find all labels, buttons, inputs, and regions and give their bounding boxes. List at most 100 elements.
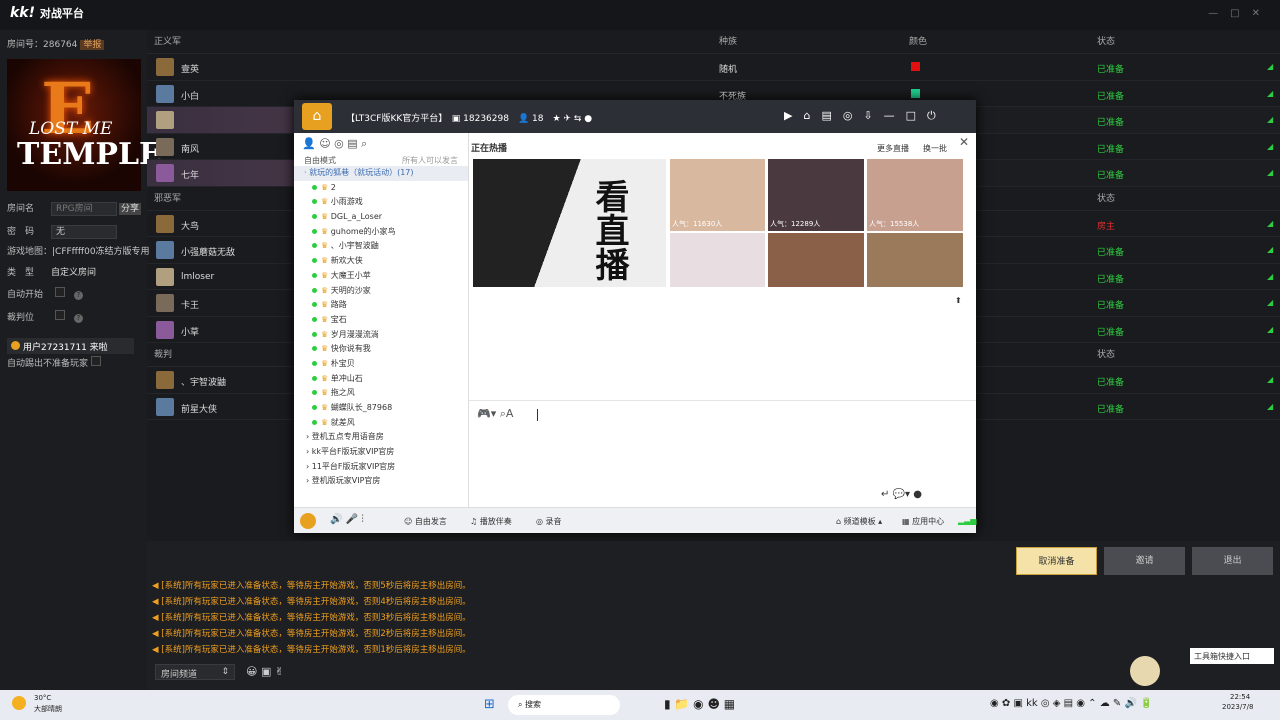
member-item[interactable]: ♛ 宝石 [312, 313, 468, 328]
kk-title-bar: ⌂ 【LT3CF版KK官方平台】 ▣ 18236298 👤 18 ★ ✈ ⇆ ●… [294, 100, 976, 133]
kk-channel-title: 【LT3CF版KK官方平台】 ▣ 18236298 👤 18 ★ ✈ ⇆ ● [346, 114, 593, 124]
chat-tools[interactable]: 🎮▾ ⌕A [477, 407, 513, 421]
speaker-icon[interactable]: 🔊 🎤 ⫶ [330, 514, 364, 525]
cancel-ready-button[interactable]: 取消准备 [1016, 547, 1097, 575]
member-item[interactable]: ♛ 、小宇智波鼬 [312, 239, 468, 254]
player-name: 七年 [181, 171, 200, 181]
referee-checkbox[interactable] [55, 310, 65, 320]
assistant-avatar[interactable] [1130, 656, 1160, 686]
member-item[interactable]: ♛ 岁月漫漫流淌 [312, 328, 468, 343]
member-item[interactable]: ♛ 天明的沙家 [312, 284, 468, 299]
poster-title: TEMPLE [17, 137, 162, 172]
member-item[interactable]: ♛ 蝴蝶队长_87968 [312, 401, 468, 416]
signal-icon: ◢ [1267, 88, 1274, 98]
weather-desc[interactable]: 大部晴朗 [34, 704, 62, 714]
autostart-checkbox[interactable] [55, 287, 65, 297]
player-status: 已准备 [1097, 378, 1125, 388]
collapse-icon[interactable]: ⬆ [955, 296, 962, 305]
live-thumbnail[interactable]: 人气：12289人 [768, 159, 864, 231]
speaker-icon: ◀ [152, 629, 159, 639]
taskbar-apps[interactable]: ▮ 📁 ◉ ☻ ▦ [664, 697, 735, 711]
player-name: 大鸟 [181, 221, 200, 232]
live-thumbnail[interactable] [768, 233, 864, 287]
player-row[interactable]: 壹英 随机 已准备 ◢ [147, 54, 1280, 81]
speak-mode[interactable]: 自由模式 [304, 155, 336, 166]
channel-item[interactable]: › 登机五点专用语音房 [306, 430, 468, 445]
chat-channel-select[interactable]: 房间频道 ⇕ [155, 664, 235, 680]
live-thumbnail[interactable]: 人气：15538人 [867, 159, 963, 231]
kk-voice-window[interactable]: ⌂ 【LT3CF版KK官方平台】 ▣ 18236298 👤 18 ★ ✈ ⇆ ●… [294, 100, 976, 533]
weather-temp[interactable]: 30°C [34, 694, 51, 702]
channel-item[interactable]: › 登机版玩家VIP官房 [306, 474, 468, 489]
live-hero-thumbnail[interactable]: 看直播 [473, 159, 666, 287]
member-item[interactable]: ♛ 新欢大侠 [312, 254, 468, 269]
poster-subtitle: LOST ME [29, 119, 113, 139]
avatar[interactable] [300, 513, 316, 529]
tree-toolbar[interactable]: 👤 ☺ ◎ ▤ ⌕ [294, 133, 468, 155]
member-item[interactable]: ♛ 小雨游戏 [312, 195, 468, 210]
more-live-link[interactable]: 更多直播 [877, 143, 909, 154]
player-color[interactable] [911, 88, 920, 98]
exit-button[interactable]: 退出 [1192, 547, 1273, 575]
avatar [156, 111, 174, 129]
live-thumbnail[interactable] [867, 233, 963, 287]
kk-toolbar-icons[interactable]: ▶⌂▤◎⇩—□⏻ [784, 109, 947, 123]
member-item[interactable]: ♛ 路路 [312, 298, 468, 313]
member-item[interactable]: ♛ DGL_a_Loser [312, 210, 468, 225]
live-thumbnail[interactable]: 人气：11630人 [670, 159, 765, 231]
help-icon[interactable]: ? [73, 291, 83, 300]
member-item[interactable]: ♛ 朴宝贝 [312, 357, 468, 372]
record-button[interactable]: ◎ 录音 [536, 516, 562, 527]
member-item[interactable]: ♛ 2 [312, 181, 468, 196]
channel-group[interactable]: · 就玩的狐巷（就玩话动）(17) [294, 166, 468, 181]
password-input[interactable]: 无 [51, 225, 117, 239]
member-item[interactable]: ♛ 单冲山石 [312, 372, 468, 387]
justice-header: 正义军 种族 颜色 状态 [147, 30, 1280, 54]
member-item[interactable]: ♛ 拖之风 [312, 386, 468, 401]
player-race[interactable]: 随机 [719, 62, 737, 75]
start-icon[interactable]: ⊞ [484, 697, 495, 712]
channel-item[interactable]: › kk平台F版玩家VIP官房 [306, 445, 468, 460]
clock-time[interactable]: 22:54 [1230, 693, 1250, 701]
live-label: 正在热播 [471, 144, 508, 154]
search-box[interactable]: ⌕ 搜索 [508, 695, 620, 715]
player-color[interactable] [911, 62, 920, 71]
chat-input-area[interactable]: 🎮▾ ⌕A ↵ 💬▾ ● [469, 400, 976, 507]
change-batch-link[interactable]: 换一批 [923, 143, 947, 154]
music-button[interactable]: ♫ 播放伴奏 [470, 516, 512, 527]
emoji-icons[interactable]: 😀 ▣ ✌ [246, 665, 284, 678]
send-options[interactable]: ↵ 💬▾ ● [881, 489, 922, 500]
share-button[interactable]: 分享 [119, 203, 142, 215]
close-icon[interactable]: ✕ [959, 135, 969, 149]
auto-kick-checkbox[interactable] [90, 356, 101, 366]
speaker-icon: ◀ [152, 581, 159, 591]
app-center-button[interactable]: ▦ 应用中心 [902, 516, 944, 527]
room-name-input[interactable]: RPG房间 [51, 202, 117, 216]
report-button[interactable]: 举报 [80, 40, 105, 50]
channel-member-tree: 👤 ☺ ◎ ▤ ⌕ 自由模式 所有人可以发言 · 就玩的狐巷（就玩话动）(17) … [294, 133, 469, 507]
avatar [156, 267, 174, 286]
player-name: 、宇智波鼬 [181, 378, 227, 388]
free-speak-button[interactable]: ☺ 自由发言 [404, 516, 447, 527]
member-item[interactable]: ♛ guhome的小家鸟 [312, 225, 468, 240]
member-item[interactable]: ♛ 快你说有我 [312, 342, 468, 357]
home-icon[interactable]: ⌂ [302, 103, 332, 130]
window-controls[interactable]: —□✕ [1208, 8, 1272, 19]
player-status: 房主 [1097, 221, 1116, 232]
help-icon[interactable]: ? [73, 314, 83, 323]
live-thumbnail[interactable] [670, 233, 765, 287]
avatar [156, 241, 174, 259]
toolbox-tooltip[interactable]: 工具箱快捷入口 [1190, 648, 1274, 664]
member-item[interactable]: ♛ 大魔王小苹 [312, 269, 468, 284]
avatar [156, 137, 174, 156]
tray-icons[interactable]: ◉ ✿ ▣ kk ◎ ◈ ▤ ◉ ⌃ ☁ ✎ 🔊 🔋 [990, 698, 1153, 709]
signal-icon: ◢ [1267, 141, 1274, 151]
invite-button[interactable]: 邀请 [1104, 547, 1185, 575]
channel-mode-button[interactable]: ⌂ 频道模板 ▴ [836, 516, 882, 527]
autostart-row: 自动开始 ? [7, 287, 83, 300]
member-item[interactable]: ♛ 就差风 [312, 416, 468, 431]
avatar [156, 164, 174, 182]
signal-icon: ◢ [1267, 298, 1274, 307]
channel-item[interactable]: › 11平台F版玩家VIP官房 [306, 460, 468, 475]
clock-date[interactable]: 2023/7/8 [1222, 703, 1253, 711]
